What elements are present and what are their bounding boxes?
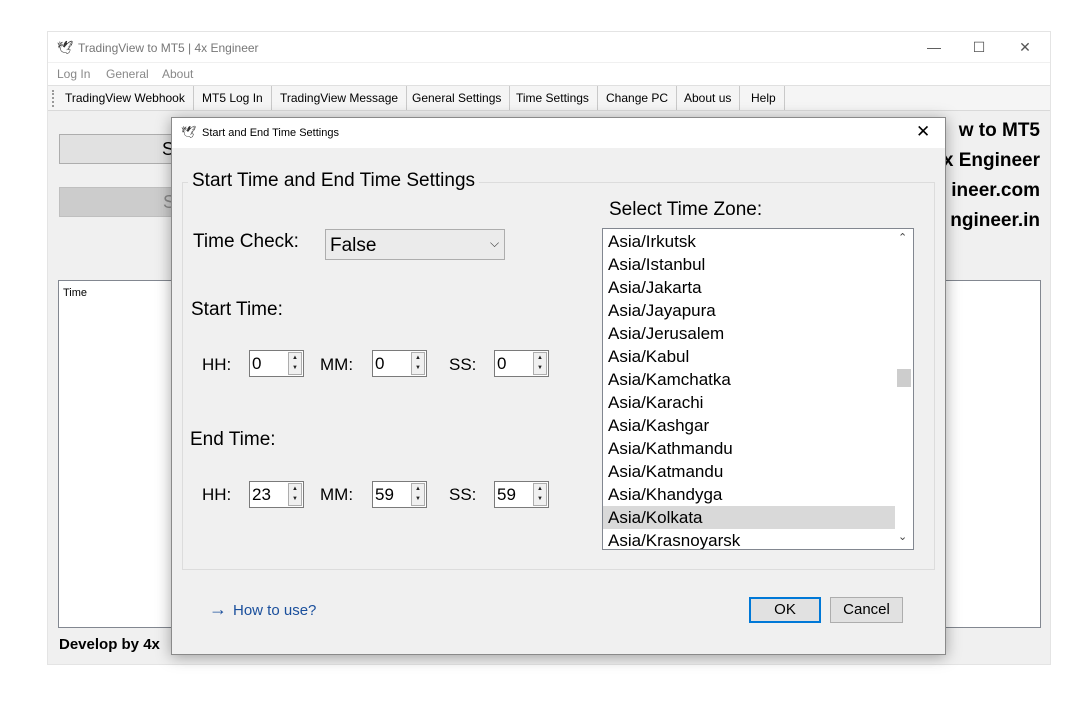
end-mm-value: 59 [375, 485, 394, 504]
toolbar-help[interactable]: Help [743, 86, 785, 110]
spin-buttons: ▲ ▼ [411, 352, 425, 375]
end-hh-value: 23 [252, 485, 271, 504]
end-time-label: End Time: [190, 429, 276, 450]
maximize-button[interactable]: ☐ [959, 36, 999, 60]
spin-down-icon[interactable]: ▼ [412, 494, 424, 504]
timezone-item[interactable]: Asia/Kabul [603, 345, 895, 368]
dialog-close-button[interactable]: ✕ [916, 122, 930, 142]
start-hh-value: 0 [252, 354, 262, 373]
spin-up-icon[interactable]: ▲ [412, 484, 424, 494]
time-check-select[interactable]: False ⌵ [325, 229, 505, 260]
scroll-up-icon[interactable]: ⌃ [898, 231, 907, 244]
app-title: TradingView to MT5 | 4x Engineer [78, 41, 259, 55]
start-mm-stepper[interactable]: 0 ▲ ▼ [372, 350, 427, 377]
time-check-label: Time Check: [193, 231, 299, 252]
end-ss-value: 59 [497, 485, 516, 504]
spin-buttons: ▲ ▼ [288, 352, 302, 375]
spin-up-icon[interactable]: ▲ [534, 484, 546, 494]
brand-line-1: w to MT5 [958, 120, 1040, 141]
timezone-item[interactable]: Asia/Katmandu [603, 460, 895, 483]
timezone-scrollbar[interactable]: ⌃ ⌄ [895, 229, 913, 549]
brand-line-3: ineer.com [951, 180, 1040, 201]
toolbar-grip[interactable] [52, 90, 54, 107]
start-mm-label: MM: [320, 355, 354, 374]
how-to-use-link[interactable]: → How to use? [209, 599, 316, 620]
spin-buttons: ▲ ▼ [411, 483, 425, 506]
close-button[interactable]: ✕ [1005, 36, 1045, 60]
end-mm-label: MM: [320, 485, 354, 504]
toolbar-about-us[interactable]: About us [676, 86, 741, 110]
start-hh-label: HH: [202, 355, 232, 374]
logo-icon: 🕊 [57, 40, 74, 55]
scroll-thumb[interactable] [897, 369, 911, 387]
timezone-list[interactable]: Asia/Irkutsk Asia/Istanbul Asia/Jakarta … [602, 228, 914, 550]
start-mm-value: 0 [375, 354, 385, 373]
timezone-item[interactable]: Asia/Kashgar [603, 414, 895, 437]
start-hh-stepper[interactable]: 0 ▲ ▼ [249, 350, 304, 377]
toolbar-tradingview-webhook[interactable]: TradingView Webhook [57, 86, 194, 110]
brand-line-4: ngineer.in [950, 210, 1040, 231]
toolbar-general-settings[interactable]: General Settings [404, 86, 511, 110]
start-ss-value: 0 [497, 354, 507, 373]
toolbar-time-settings[interactable]: Time Settings [508, 86, 598, 110]
spin-down-icon[interactable]: ▼ [289, 363, 301, 373]
timezone-label: Select Time Zone: [609, 199, 763, 220]
minimize-button[interactable]: — [914, 36, 954, 60]
spin-up-icon[interactable]: ▲ [412, 353, 424, 363]
timezone-item-selected[interactable]: Asia/Kolkata [603, 506, 895, 529]
menu-about[interactable]: About [162, 67, 193, 81]
title-bar: 🕊 TradingView to MT5 | 4x Engineer — ☐ ✕ [48, 32, 1050, 62]
menu-general[interactable]: General [106, 67, 149, 81]
timezone-item[interactable]: Asia/Khandyga [603, 483, 895, 506]
timezone-item[interactable]: Asia/Krasnoyarsk [603, 529, 895, 549]
end-hh-label: HH: [202, 485, 232, 504]
arrow-right-icon: → [209, 599, 227, 619]
end-ss-label: SS: [449, 485, 477, 504]
start-ss-label: SS: [449, 355, 477, 374]
timezone-item[interactable]: Asia/Jakarta [603, 276, 895, 299]
spin-down-icon[interactable]: ▼ [289, 494, 301, 504]
spin-down-icon[interactable]: ▼ [412, 363, 424, 373]
dialog-title-bar: 🕊 Start and End Time Settings ✕ [172, 118, 945, 148]
timezone-item[interactable]: Asia/Kathmandu [603, 437, 895, 460]
toolbar-tradingview-message[interactable]: TradingView Message [272, 86, 408, 110]
brand-line-2: x Engineer [942, 150, 1040, 171]
timezone-item[interactable]: Asia/Jayapura [603, 299, 895, 322]
toolbar-change-pc[interactable]: Change PC [598, 86, 678, 110]
timezone-item[interactable]: Asia/Jerusalem [603, 322, 895, 345]
timezone-item[interactable]: Asia/Irkutsk [603, 230, 895, 253]
ok-button[interactable]: OK [749, 597, 821, 623]
spin-down-icon[interactable]: ▼ [534, 363, 546, 373]
time-check-value: False [330, 235, 377, 256]
spin-buttons: ▲ ▼ [533, 352, 547, 375]
menu-bar: Log In General About [48, 63, 1050, 85]
spin-down-icon[interactable]: ▼ [534, 494, 546, 504]
toolbar-mt5-log-in[interactable]: MT5 Log In [194, 86, 272, 110]
log-column-time[interactable]: Time [63, 287, 87, 299]
time-settings-dialog: 🕊 Start and End Time Settings ✕ Start Ti… [171, 117, 946, 655]
menu-log-in[interactable]: Log In [57, 67, 90, 81]
group-title: Start Time and End Time Settings [188, 170, 480, 192]
spin-buttons: ▲ ▼ [533, 483, 547, 506]
cancel-button[interactable]: Cancel [830, 597, 903, 623]
how-to-use-text: How to use? [233, 602, 317, 619]
timezone-item[interactable]: Asia/Kamchatka [603, 368, 895, 391]
end-ss-stepper[interactable]: 59 ▲ ▼ [494, 481, 549, 508]
timezone-item[interactable]: Asia/Karachi [603, 391, 895, 414]
developer-credit: Develop by 4x [59, 636, 160, 653]
start-time-label: Start Time: [191, 299, 283, 320]
start-ss-stepper[interactable]: 0 ▲ ▼ [494, 350, 549, 377]
spin-up-icon[interactable]: ▲ [289, 484, 301, 494]
scroll-down-icon[interactable]: ⌄ [898, 530, 907, 543]
timezone-item[interactable]: Asia/Istanbul [603, 253, 895, 276]
end-hh-stepper[interactable]: 23 ▲ ▼ [249, 481, 304, 508]
logo-icon: 🕊 [181, 125, 197, 139]
spin-up-icon[interactable]: ▲ [289, 353, 301, 363]
spin-buttons: ▲ ▼ [288, 483, 302, 506]
toolbar: TradingView Webhook MT5 Log In TradingVi… [48, 85, 1050, 111]
chevron-down-icon: ⌵ [490, 236, 500, 250]
spin-up-icon[interactable]: ▲ [534, 353, 546, 363]
dialog-title: Start and End Time Settings [202, 127, 339, 139]
end-mm-stepper[interactable]: 59 ▲ ▼ [372, 481, 427, 508]
